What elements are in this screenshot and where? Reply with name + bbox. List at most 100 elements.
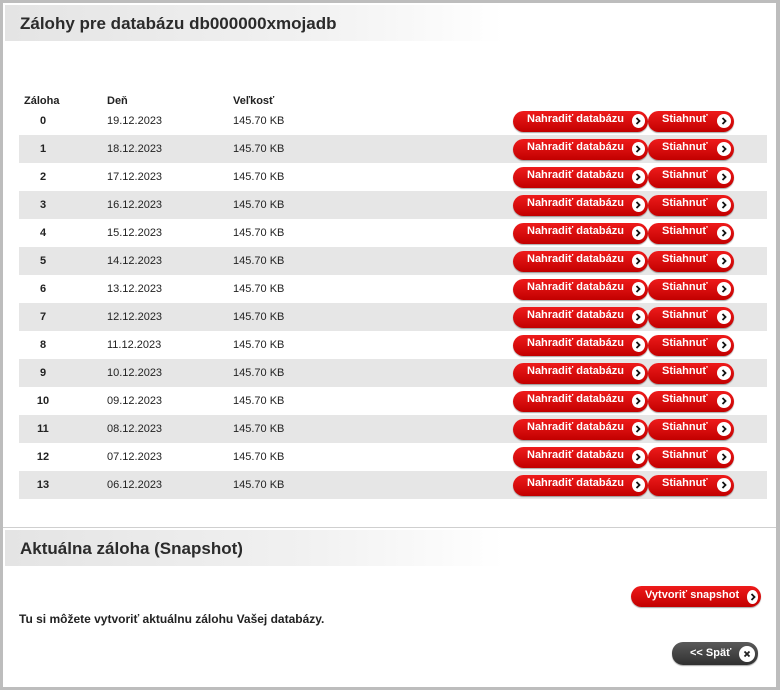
chevron-right-circle-icon	[631, 394, 645, 408]
download-label: Stiahnuť	[662, 421, 708, 433]
chevron-right-circle-icon	[631, 226, 645, 240]
chevron-right-circle-icon	[717, 226, 731, 240]
table-row: 5 14.12.2023 145.70 KB Nahradiť databázu…	[19, 247, 767, 275]
download-label: Stiahnuť	[662, 253, 708, 265]
replace-database-button[interactable]: Nahradiť databázu	[513, 446, 648, 468]
backup-size: 145.70 KB	[233, 311, 285, 323]
download-button[interactable]: Stiahnuť	[648, 446, 734, 468]
backup-size: 145.70 KB	[233, 171, 285, 183]
replace-database-label: Nahradiť databázu	[527, 169, 624, 181]
download-button[interactable]: Stiahnuť	[648, 362, 734, 384]
col-header-download	[648, 87, 767, 107]
download-button[interactable]: Stiahnuť	[648, 222, 734, 244]
col-header-replace	[453, 87, 648, 107]
download-button[interactable]: Stiahnuť	[648, 166, 734, 188]
chevron-right-circle-icon	[717, 478, 731, 492]
backup-size: 145.70 KB	[233, 199, 285, 211]
download-label: Stiahnuť	[662, 197, 708, 209]
download-button[interactable]: Stiahnuť	[648, 194, 734, 216]
replace-database-label: Nahradiť databázu	[527, 449, 624, 461]
backup-number: 11	[37, 423, 49, 435]
replace-database-label: Nahradiť databázu	[527, 365, 624, 377]
create-snapshot-button[interactable]: Vytvoriť snapshot	[631, 586, 761, 607]
download-button[interactable]: Stiahnuť	[648, 250, 734, 272]
replace-database-label: Nahradiť databázu	[527, 393, 624, 405]
backup-day: 13.12.2023	[107, 283, 163, 295]
replace-database-button[interactable]: Nahradiť databázu	[513, 390, 648, 412]
chevron-right-circle-icon	[631, 310, 645, 324]
backup-size: 145.70 KB	[233, 227, 285, 239]
table-header-row: Záloha Deň Veľkosť	[19, 87, 767, 107]
backup-size: 145.70 KB	[233, 143, 285, 155]
chevron-right-circle-icon	[717, 170, 731, 184]
replace-database-label: Nahradiť databázu	[527, 309, 624, 321]
replace-database-label: Nahradiť databázu	[527, 337, 624, 349]
col-header-backup: Záloha	[24, 95, 60, 107]
chevron-right-circle-icon	[717, 142, 731, 156]
chevron-right-circle-icon	[717, 450, 731, 464]
chevron-right-circle-icon	[631, 198, 645, 212]
backup-number: 6	[39, 283, 47, 295]
chevron-right-circle-icon	[717, 422, 731, 436]
download-label: Stiahnuť	[662, 141, 708, 153]
chevron-right-circle-icon	[717, 198, 731, 212]
chevron-right-circle-icon	[717, 310, 731, 324]
replace-database-label: Nahradiť databázu	[527, 281, 624, 293]
replace-database-label: Nahradiť databázu	[527, 477, 624, 489]
download-button[interactable]: Stiahnuť	[648, 474, 734, 496]
download-button[interactable]: Stiahnuť	[648, 278, 734, 300]
replace-database-button[interactable]: Nahradiť databázu	[513, 222, 648, 244]
table-row: 12 07.12.2023 145.70 KB Nahradiť databáz…	[19, 443, 767, 471]
download-button[interactable]: Stiahnuť	[648, 334, 734, 356]
replace-database-button[interactable]: Nahradiť databázu	[513, 474, 648, 496]
chevron-right-circle-icon	[631, 114, 645, 128]
backup-day: 14.12.2023	[107, 255, 163, 267]
backup-number: 5	[39, 255, 47, 267]
replace-database-button[interactable]: Nahradiť databázu	[513, 362, 648, 384]
backup-day: 15.12.2023	[107, 227, 163, 239]
download-button[interactable]: Stiahnuť	[648, 138, 734, 160]
download-button[interactable]: Stiahnuť	[648, 390, 734, 412]
replace-database-button[interactable]: Nahradiť databázu	[513, 166, 648, 188]
replace-database-button[interactable]: Nahradiť databázu	[513, 418, 648, 440]
download-label: Stiahnuť	[662, 393, 708, 405]
backup-number: 4	[39, 227, 47, 239]
table-row: 13 06.12.2023 145.70 KB Nahradiť databáz…	[19, 471, 767, 499]
replace-database-label: Nahradiť databázu	[527, 197, 624, 209]
download-button[interactable]: Stiahnuť	[648, 110, 734, 132]
replace-database-button[interactable]: Nahradiť databázu	[513, 334, 648, 356]
col-header-day: Deň	[107, 95, 128, 107]
replace-database-button[interactable]: Nahradiť databázu	[513, 306, 648, 328]
replace-database-button[interactable]: Nahradiť databázu	[513, 250, 648, 272]
table-row: 6 13.12.2023 145.70 KB Nahradiť databázu…	[19, 275, 767, 303]
backup-day: 09.12.2023	[107, 395, 163, 407]
chevron-right-circle-icon	[717, 254, 731, 268]
chevron-right-circle-icon	[717, 338, 731, 352]
backup-size: 145.70 KB	[233, 395, 285, 407]
chevron-right-circle-icon	[631, 142, 645, 156]
backup-number: 0	[39, 115, 47, 127]
replace-database-button[interactable]: Nahradiť databázu	[513, 194, 648, 216]
download-label: Stiahnuť	[662, 225, 708, 237]
table-row: 9 10.12.2023 145.70 KB Nahradiť databázu…	[19, 359, 767, 387]
back-button[interactable]: << Späť	[672, 642, 758, 665]
snapshot-panel-header: Aktuálna záloha (Snapshot)	[5, 530, 505, 566]
download-label: Stiahnuť	[662, 365, 708, 377]
backup-day: 12.12.2023	[107, 311, 163, 323]
replace-database-button[interactable]: Nahradiť databázu	[513, 278, 648, 300]
replace-database-button[interactable]: Nahradiť databázu	[513, 110, 648, 132]
backup-day: 18.12.2023	[107, 143, 163, 155]
backup-number: 10	[36, 395, 50, 407]
download-label: Stiahnuť	[662, 169, 708, 181]
col-header-size: Veľkosť	[233, 95, 275, 107]
chevron-right-circle-icon	[717, 394, 731, 408]
backup-number: 3	[39, 199, 47, 211]
download-button[interactable]: Stiahnuť	[648, 418, 734, 440]
replace-database-button[interactable]: Nahradiť databázu	[513, 138, 648, 160]
table-row: 10 09.12.2023 145.70 KB Nahradiť databáz…	[19, 387, 767, 415]
backup-size: 145.70 KB	[233, 423, 285, 435]
replace-database-label: Nahradiť databázu	[527, 225, 624, 237]
table-row: 11 08.12.2023 145.70 KB Nahradiť databáz…	[19, 415, 767, 443]
download-button[interactable]: Stiahnuť	[648, 306, 734, 328]
backup-day: 17.12.2023	[107, 171, 163, 183]
